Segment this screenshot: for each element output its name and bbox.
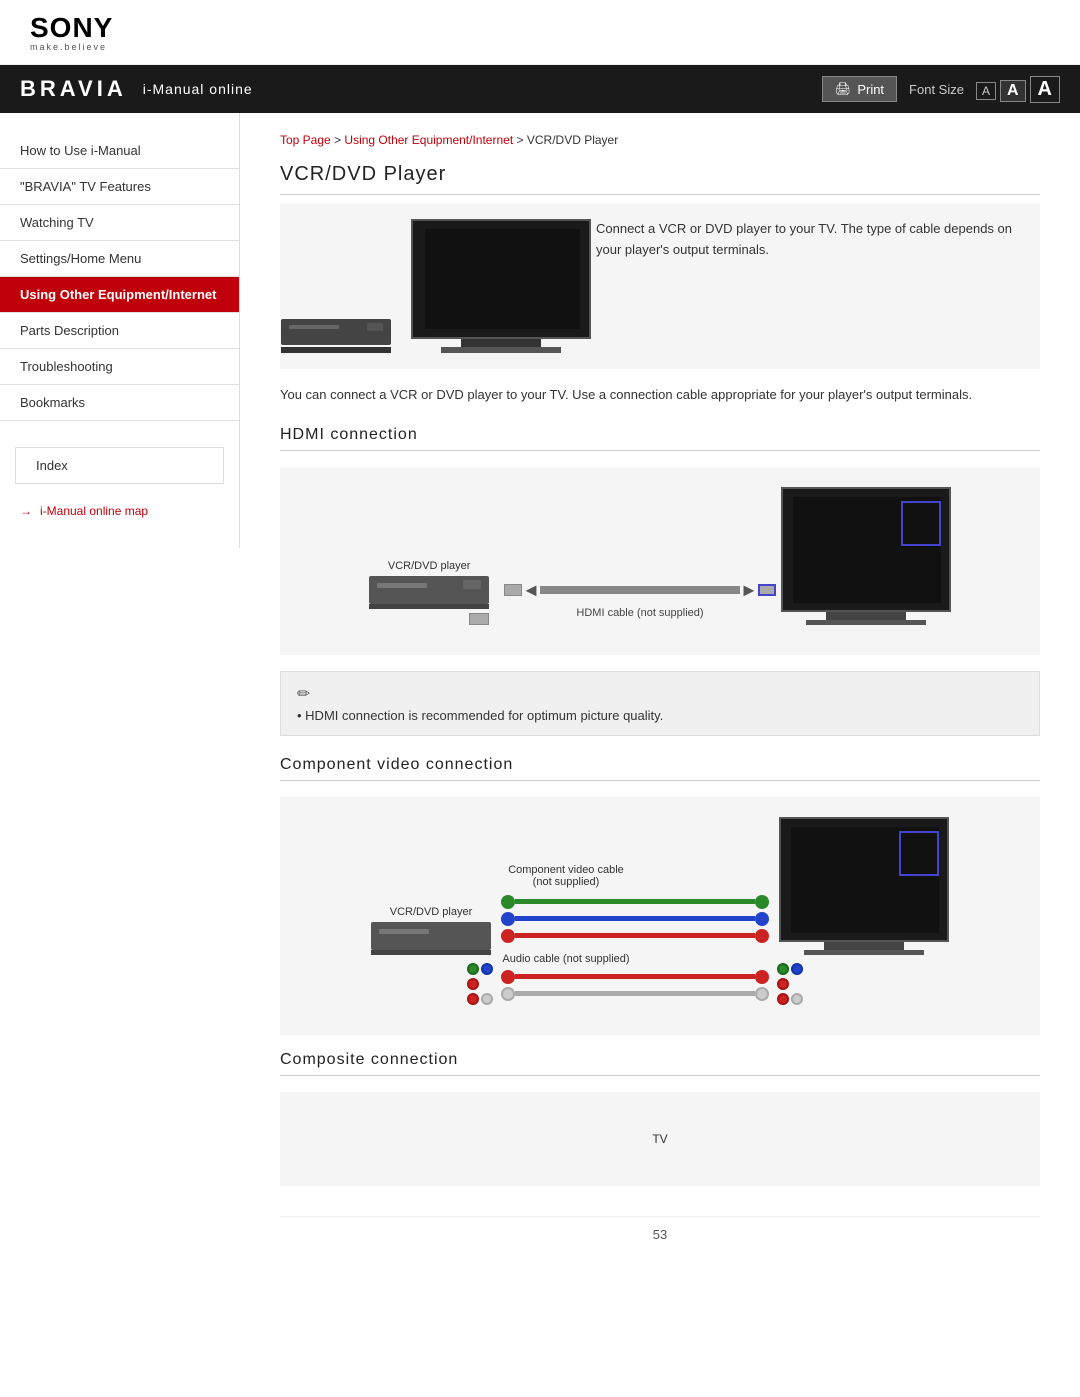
sidebar-item-bookmarks[interactable]: Bookmarks: [0, 385, 239, 421]
bravia-logo: BRAVIA: [20, 76, 127, 102]
main-layout: How to Use i-Manual "BRAVIA" TV Features…: [0, 113, 1080, 1262]
hdmi-cable-section: ◄ ► HDMI cable (not supplied): [504, 580, 776, 625]
top-header: SONY make.believe: [0, 0, 1080, 65]
sidebar-item-troubleshooting[interactable]: Troubleshooting: [0, 349, 239, 385]
nav-bar: BRAVIA i-Manual online 🖨 Print Font Size…: [0, 65, 1080, 113]
composite-tv-label: TV: [652, 1132, 667, 1146]
sidebar-index[interactable]: Index: [15, 447, 224, 484]
para-text: You can connect a VCR or DVD player to y…: [280, 385, 1040, 406]
sony-logo: SONY make.believe: [30, 12, 1050, 52]
font-size-small-button[interactable]: A: [976, 82, 996, 100]
composite-section-title: Composite connection: [280, 1051, 1040, 1076]
page-number: 53: [280, 1216, 1040, 1242]
arrow-icon: →: [20, 504, 32, 518]
sidebar-item-settings[interactable]: Settings/Home Menu: [0, 241, 239, 277]
hdmi-section-title: HDMI connection: [280, 426, 1040, 451]
sidebar: How to Use i-Manual "BRAVIA" TV Features…: [0, 113, 240, 548]
tv-unit-component: [779, 817, 949, 1005]
vcr-unit-hdmi: VCR/DVD player: [369, 560, 489, 625]
print-button[interactable]: 🖨 Print: [822, 76, 897, 102]
font-size-label: Font Size: [909, 82, 964, 97]
composite-diagram-area: TV: [280, 1092, 1040, 1186]
intro-text: Connect a VCR or DVD player to your TV. …: [596, 219, 1024, 261]
note-icon: ✏: [297, 684, 1023, 704]
page-title: VCR/DVD Player: [280, 163, 1040, 195]
font-size-controls: A A A: [976, 76, 1060, 103]
intro-section: Connect a VCR or DVD player to your TV. …: [280, 203, 1040, 369]
hdmi-note-box: ✏ • HDMI connection is recommended for o…: [280, 671, 1040, 736]
sidebar-item-using-other[interactable]: Using Other Equipment/Internet: [0, 277, 239, 313]
sidebar-item-how-to-use[interactable]: How to Use i-Manual: [0, 133, 239, 169]
intro-diagram: [296, 219, 576, 353]
nav-bar-left: BRAVIA i-Manual online: [20, 76, 253, 102]
content-area: Top Page > Using Other Equipment/Interne…: [240, 113, 1080, 1262]
breadcrumb-sep1: >: [334, 133, 344, 147]
sidebar-item-bravia-features[interactable]: "BRAVIA" TV Features: [0, 169, 239, 205]
breadcrumb-sep2: >: [517, 133, 527, 147]
component-cables: Component video cable (not supplied): [501, 864, 769, 1005]
tv-unit-hdmi: [781, 487, 951, 625]
vcr-unit-component: VCR/DVD player: [371, 906, 491, 1005]
component-section-title: Component video connection: [280, 756, 1040, 781]
component-diagram-area: TV VCR/DVD player: [280, 797, 1040, 1035]
breadcrumb-top-page[interactable]: Top Page: [280, 133, 331, 147]
font-size-large-button[interactable]: A: [1030, 76, 1060, 103]
nav-bar-title: i-Manual online: [143, 81, 253, 97]
sidebar-map-link[interactable]: → i-Manual online map: [0, 494, 239, 528]
breadcrumb-current: VCR/DVD Player: [527, 133, 618, 147]
tv-unit-intro: [411, 219, 591, 353]
vcr-device-intro: [281, 319, 391, 353]
nav-bar-right: 🖨 Print Font Size A A A: [822, 76, 1060, 103]
sidebar-item-watching-tv[interactable]: Watching TV: [0, 205, 239, 241]
breadcrumb-using-other[interactable]: Using Other Equipment/Internet: [344, 133, 513, 147]
hdmi-diagram-area: TV VCR/DVD player: [280, 467, 1040, 655]
breadcrumb: Top Page > Using Other Equipment/Interne…: [280, 133, 1040, 147]
sidebar-item-parts[interactable]: Parts Description: [0, 313, 239, 349]
font-size-medium-button[interactable]: A: [1000, 80, 1026, 102]
print-icon: 🖨: [835, 81, 852, 97]
